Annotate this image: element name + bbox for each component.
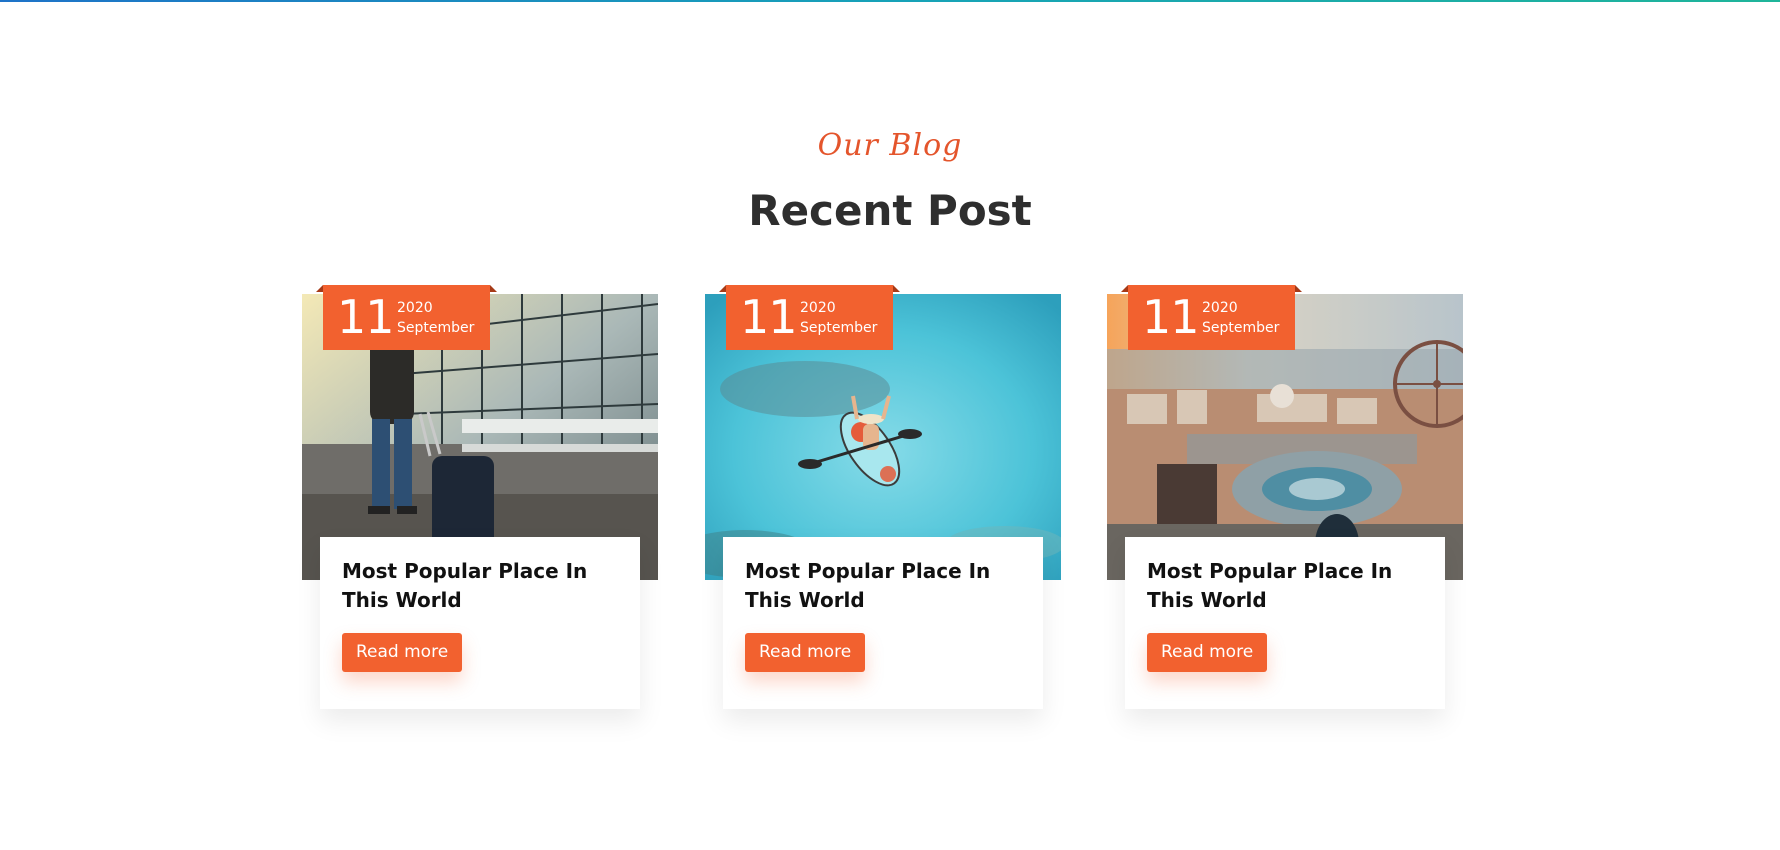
post-title[interactable]: Most Popular Place In This World bbox=[342, 557, 627, 615]
date-badge: 11 2020 September bbox=[719, 285, 900, 350]
date-year: 2020 bbox=[397, 300, 433, 316]
date-badge: 11 2020 September bbox=[1121, 285, 1302, 350]
section-title: Recent Post bbox=[748, 186, 1032, 235]
blog-card: 11 2020 September Most Popular Place In … bbox=[705, 285, 1061, 725]
blog-card: 11 2020 September Most Popular Place In … bbox=[302, 285, 658, 725]
date-month: September bbox=[1202, 320, 1280, 336]
date-year: 2020 bbox=[800, 300, 836, 316]
blog-card: 11 2020 September Most Popular Place In … bbox=[1107, 285, 1463, 725]
card-body: Most Popular Place In This World Read mo… bbox=[723, 537, 1043, 709]
read-more-button[interactable]: Read more bbox=[342, 633, 463, 672]
read-more-button[interactable]: Read more bbox=[745, 633, 866, 672]
date-day: 11 bbox=[337, 290, 395, 344]
date-month: September bbox=[397, 320, 475, 336]
post-title[interactable]: Most Popular Place In This World bbox=[745, 557, 1030, 615]
section-kicker: Our Blog bbox=[817, 128, 963, 163]
date-month: September bbox=[800, 320, 878, 336]
date-day: 11 bbox=[740, 290, 798, 344]
card-body: Most Popular Place In This World Read mo… bbox=[320, 537, 640, 709]
top-gradient-strip bbox=[0, 0, 1780, 2]
date-badge: 11 2020 September bbox=[316, 285, 497, 350]
date-year: 2020 bbox=[1202, 300, 1238, 316]
read-more-button[interactable]: Read more bbox=[1147, 633, 1268, 672]
date-day: 11 bbox=[1142, 290, 1200, 344]
card-body: Most Popular Place In This World Read mo… bbox=[1125, 537, 1445, 709]
post-title[interactable]: Most Popular Place In This World bbox=[1147, 557, 1432, 615]
